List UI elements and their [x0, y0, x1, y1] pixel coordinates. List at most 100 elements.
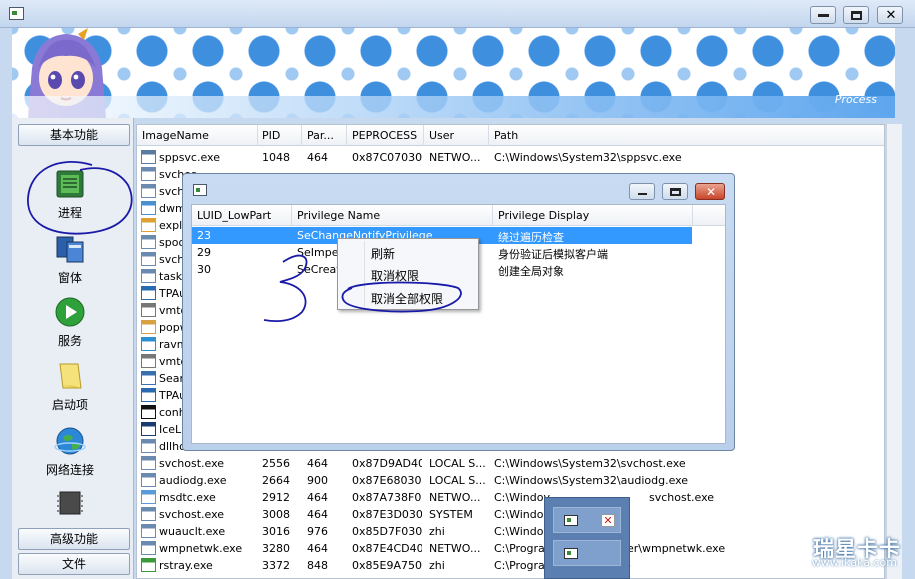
cell-pid: 3016 — [262, 525, 290, 538]
cell-name: svchost.exe — [159, 508, 225, 521]
privilege-display: 绕过遍历检查 — [498, 231, 564, 244]
cell-pid: 2664 — [262, 474, 290, 487]
column-header-peprocess[interactable]: PEPROCESS — [352, 129, 417, 142]
cell-path: C:\Windows\System32\svchost.exe — [494, 457, 686, 470]
main-title-bar: ✕ — [0, 0, 915, 28]
nav-item-windows[interactable]: 窗体 — [12, 233, 128, 286]
process-icon — [141, 524, 156, 538]
minimize-icon — [638, 193, 647, 195]
column-header-privilege-display[interactable]: Privilege Display — [498, 209, 589, 222]
table-row[interactable]: wmpnetwk.exe 3280 464 0x87E4CD40 NETWO... C:\… — [137, 540, 884, 557]
dialog-close-button[interactable]: ✕ — [695, 183, 725, 200]
advanced-features-button[interactable]: 高级功能 — [18, 528, 130, 550]
process-icon — [141, 371, 156, 385]
app-icon — [9, 7, 24, 20]
note-icon — [59, 363, 82, 389]
privilege-list-header: LUID_LowPart Privilege Name Privilege Di… — [192, 205, 725, 226]
table-row[interactable]: svchost.exe 2556 464 0x87D9AD40 LOCAL S... C:… — [137, 455, 884, 472]
privilege-dialog: ✕ LUID_LowPart Privilege Name Privilege … — [182, 173, 735, 451]
close-icon[interactable]: ✕ — [601, 514, 615, 527]
privilege-luid: 30 — [197, 263, 211, 276]
basic-features-button[interactable]: 基本功能 — [18, 124, 130, 146]
table-row[interactable]: svchost.exe 3008 464 0x87E3D030 SYSTEM C:\Win… — [137, 506, 884, 523]
menu-item-refresh[interactable]: 刷新 — [371, 245, 395, 262]
right-scroll-strip[interactable] — [886, 124, 902, 579]
nav-item-label: 服务 — [57, 334, 82, 348]
table-row[interactable]: rstray.exe 3372 848 0x85E9A750 zhi C:\Prograi — [137, 557, 884, 574]
nav-item-label: 启动项 — [51, 398, 88, 412]
cell-user: NETWO... — [429, 542, 481, 555]
column-header-user[interactable]: User — [429, 129, 454, 142]
column-header-pid[interactable]: PID — [262, 129, 280, 142]
process-icon — [141, 473, 156, 487]
file-button[interactable]: 文件 — [18, 553, 130, 575]
menu-item-revoke-all-privileges[interactable]: 取消全部权限 — [371, 290, 443, 307]
privilege-luid: 29 — [197, 246, 211, 259]
nav-item-label: 窗体 — [57, 271, 82, 285]
process-icon — [141, 184, 156, 198]
cell-peprocess: 0x85E9A750 — [352, 559, 422, 572]
process-icon — [141, 337, 156, 351]
maximize-icon — [670, 188, 681, 196]
cell-user: LOCAL S... — [429, 457, 486, 470]
process-table-header: ImageName PID Par... PEPROCESS User Path — [137, 125, 884, 146]
process-icon — [141, 201, 156, 215]
process-icon — [141, 541, 156, 555]
cell-peprocess: 0x85D7F030 — [352, 525, 422, 538]
dialog-minimize-button[interactable] — [629, 183, 655, 200]
privilege-luid: 23 — [197, 229, 211, 242]
cell-pid: 3008 — [262, 508, 290, 521]
cell-pid: 1048 — [262, 151, 290, 164]
mini-window-item[interactable]: ✕ — [553, 507, 621, 533]
cell-peprocess: 0x87E3D030 — [352, 508, 422, 521]
process-icon — [141, 354, 156, 368]
banner: Process — [12, 28, 895, 118]
column-header-imagename[interactable]: ImageName — [142, 129, 209, 142]
mini-window-item[interactable] — [553, 540, 621, 566]
cell-peprocess: 0x87C07030 — [352, 151, 422, 164]
table-row[interactable]: sppsvc.exe 1048 464 0x87C07030 NETWO... C:\Wi… — [137, 149, 884, 166]
nav-item-network[interactable]: 网络连接 — [12, 425, 128, 478]
process-icon — [141, 422, 156, 436]
nav-item-process[interactable]: 进程 — [12, 168, 128, 221]
maximize-icon — [851, 11, 862, 20]
chip-icon[interactable] — [54, 488, 86, 518]
dialog-maximize-button[interactable] — [662, 183, 688, 200]
cell-peprocess: 0x87D9AD40 — [352, 457, 422, 470]
cell-name: wuauclt.exe — [159, 525, 226, 538]
nav-item-startup[interactable]: 启动项 — [12, 360, 128, 413]
window-icon — [564, 548, 578, 559]
cell-user: NETWO... — [429, 491, 481, 504]
process-chip-icon — [56, 170, 84, 198]
table-row[interactable]: msdtc.exe 2912 464 0x87A738F0 NETWO... C:\Win… — [137, 489, 884, 506]
table-row[interactable]: audiodg.exe 2664 900 0x87E68030 LOCAL S... C:… — [137, 472, 884, 489]
close-icon: ✕ — [885, 8, 897, 23]
close-button[interactable]: ✕ — [877, 6, 903, 24]
cell-user: LOCAL S... — [429, 474, 486, 487]
column-header-luid[interactable]: LUID_LowPart — [197, 209, 271, 222]
nav-item-services[interactable]: 服务 — [12, 296, 128, 349]
cell-name: msdtc.exe — [159, 491, 216, 504]
maximize-button[interactable] — [843, 6, 869, 24]
process-icon — [141, 303, 156, 317]
globe-network-icon — [54, 427, 86, 455]
path-fragment: svchost.exe — [649, 491, 715, 504]
floating-mini-window[interactable]: ✕ — [544, 497, 630, 579]
process-icon — [141, 320, 156, 334]
minimize-button[interactable] — [810, 6, 836, 24]
cell-user: zhi — [429, 559, 445, 572]
cell-name: audiodg.exe — [159, 474, 227, 487]
column-header-parent-pid[interactable]: Par... — [307, 129, 334, 142]
cell-user: SYSTEM — [429, 508, 473, 521]
cell-ppid: 464 — [307, 457, 328, 470]
process-icon — [141, 456, 156, 470]
cell-ppid: 976 — [307, 525, 328, 538]
cell-name: svchost.exe — [159, 457, 225, 470]
watermark-url: www.ikaka.com — [811, 556, 897, 569]
column-header-privilege-name[interactable]: Privilege Name — [297, 209, 380, 222]
menu-item-revoke-privilege[interactable]: 取消权限 — [371, 267, 419, 284]
table-row[interactable]: wuauclt.exe 3016 976 0x85D7F030 zhi C:\Windov — [137, 523, 884, 540]
column-header-path[interactable]: Path — [494, 129, 518, 142]
process-icon — [141, 405, 156, 419]
cell-peprocess: 0x87E68030 — [352, 474, 422, 487]
